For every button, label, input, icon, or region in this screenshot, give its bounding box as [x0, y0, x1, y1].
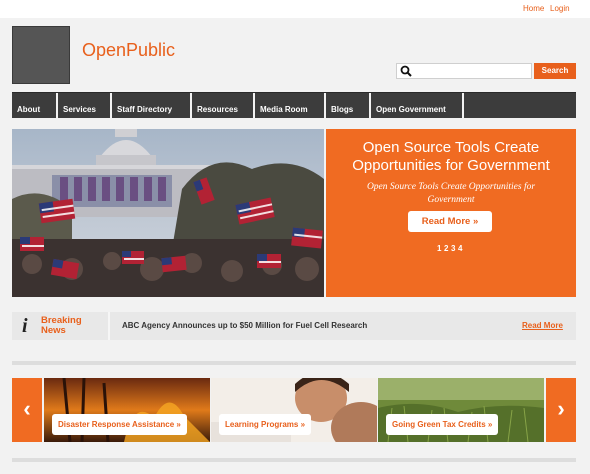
main-nav: About Services Staff Directory Resources…	[12, 92, 576, 119]
nav-item-blogs[interactable]: Blogs	[326, 93, 371, 119]
hero-image	[12, 129, 324, 297]
nav-item-resources[interactable]: Resources	[192, 93, 255, 119]
carousel-slide-disaster[interactable]: Disaster Response Assistance »	[44, 378, 210, 442]
section-divider	[12, 361, 576, 365]
slide-caption-disaster[interactable]: Disaster Response Assistance »	[52, 414, 187, 435]
news-divider	[108, 312, 110, 340]
news-read-more-link[interactable]: Read More	[522, 321, 563, 330]
carousel-slide-green[interactable]: Going Green Tax Credits »	[378, 378, 544, 442]
site-name[interactable]: OpenPublic	[82, 40, 175, 61]
hero-page-4[interactable]: 4	[458, 244, 462, 253]
search-button[interactable]: Search	[534, 63, 576, 79]
nav-item-staff-directory[interactable]: Staff Directory	[112, 93, 192, 119]
carousel-slide-learning[interactable]: Learning Programs »	[211, 378, 377, 442]
slide-caption-learning[interactable]: Learning Programs »	[219, 414, 312, 435]
slide-caption-green[interactable]: Going Green Tax Credits »	[386, 414, 499, 435]
search-input[interactable]	[396, 63, 532, 79]
nav-item-media-room[interactable]: Media Room	[255, 93, 326, 119]
top-bar: Home Login	[0, 0, 590, 18]
footer-divider	[12, 458, 576, 462]
hero-page-3[interactable]: 3	[451, 244, 455, 253]
carousel-next-arrow-icon[interactable]: ›	[546, 378, 576, 442]
nav-item-about[interactable]: About	[12, 93, 58, 119]
home-link[interactable]: Home	[523, 4, 544, 13]
hero-page-1[interactable]: 1	[437, 244, 441, 253]
hero-title[interactable]: Open Source Tools Create Opportunities f…	[326, 139, 576, 175]
hero-subtitle: Open Source Tools Create Opportunities f…	[366, 182, 536, 205]
carousel-prev-arrow-icon[interactable]: ‹	[12, 378, 42, 442]
login-link[interactable]: Login	[550, 4, 570, 13]
nav-item-open-government[interactable]: Open Government	[371, 93, 464, 119]
breaking-news-label-line2: News	[41, 325, 66, 336]
site-logo[interactable]	[12, 26, 70, 84]
breaking-news-label: Breaking News	[41, 316, 82, 336]
nav-item-services[interactable]: Services	[58, 93, 112, 119]
news-headline[interactable]: ABC Agency Announces up to $50 Million f…	[122, 321, 367, 330]
search-icon	[400, 65, 412, 77]
feature-carousel: ‹ Disaster Response Assistance » Learnin	[12, 378, 576, 442]
breaking-news-bar: i Breaking News ABC Agency Announces up …	[12, 312, 576, 340]
hero-feature-panel: Open Source Tools Create Opportunities f…	[326, 129, 576, 297]
info-icon: i	[22, 315, 28, 337]
hero-page-2[interactable]: 2	[444, 244, 448, 253]
hero-read-more-button[interactable]: Read More »	[408, 211, 492, 232]
